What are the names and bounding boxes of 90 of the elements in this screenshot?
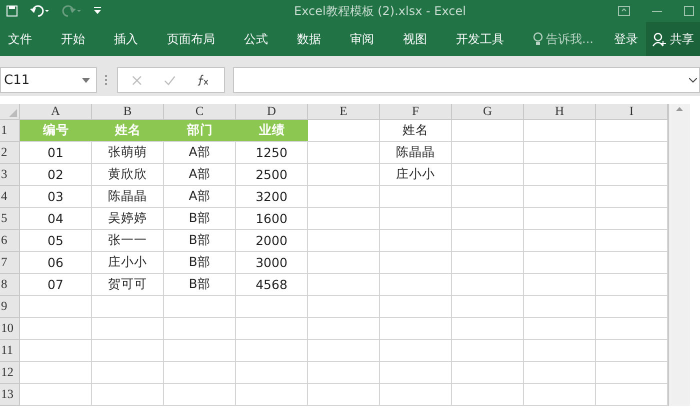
row-header[interactable]: 5 [0,208,20,230]
row-header[interactable]: 9 [0,296,20,318]
maximize-icon[interactable] [684,6,694,16]
header-cell: 编号 [20,120,92,141]
checkmark-icon[interactable] [164,74,176,86]
ribbon-tab[interactable]: 开发工具 [456,30,504,48]
share-button[interactable]: 共享 [646,22,700,56]
row-header[interactable]: 8 [0,274,20,296]
row-header[interactable]: 7 [0,252,20,274]
table-cell-text: B部 [188,253,212,271]
tell-me-field[interactable]: 告诉我... [546,30,594,48]
table-cell-text: B部 [188,231,212,249]
table-cell-text: 02 [46,166,64,184]
table-cell-text: 姓名 [402,121,430,139]
ribbon-tab[interactable]: 开始 [61,30,85,48]
table-cell-text: 1250 [254,144,288,162]
table-cell-text: 张萌萌 [107,143,148,161]
name-box[interactable]: C11 [0,67,97,93]
column-header[interactable]: E [308,104,380,120]
table-cell-text: B部 [188,209,212,227]
corner-triangle-icon[interactable] [9,109,17,117]
select-all-corner[interactable] [0,104,20,120]
formula-input[interactable] [233,67,700,93]
table-cell-text: 2000 [254,232,288,250]
table-cell-text: 06 [46,254,64,272]
ribbon-tab[interactable]: 文件 [8,30,32,48]
save-icon[interactable] [6,5,18,17]
row-header[interactable]: 6 [0,230,20,252]
table-cell-text: A部 [188,143,212,161]
cell-grid[interactable]: 编号 姓名 部门 业绩 01 张萌萌 A部 1250 02 黄欣欣 A部 2500 03 陈晶晶 A部 3200 04 吴婷婷 B部 1600 05 张一一 B部 2000 06 庄小小 B部 3000 07 贺可可 B部 4568 姓名 陈晶晶 庄小小 [20,120,668,406]
column-header[interactable]: I [596,104,668,120]
column-header[interactable]: C [164,104,236,120]
table-cell-text: 吴婷婷 [107,209,148,227]
header-cell: 姓名 [92,120,164,141]
header-cell: 业绩 [236,120,308,141]
row-header[interactable]: 10 [0,318,20,340]
ribbon-tab[interactable]: 公式 [244,30,268,48]
table-cell-text: 4568 [254,276,288,294]
row-header[interactable]: 2 [0,142,20,164]
row-header[interactable]: 11 [0,340,20,362]
scroll-up-arrow-icon[interactable] [676,107,683,111]
column-header[interactable]: F [380,104,452,120]
vertical-scrollbar[interactable] [668,104,690,406]
column-header[interactable]: H [524,104,596,120]
row-header[interactable]: 3 [0,164,20,186]
table-cell-text: 3000 [254,254,288,272]
table-cell-text: 3200 [254,188,288,206]
table-cell-text: 庄小小 [107,253,148,271]
table-cell-text: 05 [46,232,64,250]
table-cell-text: 黄欣欣 [107,165,148,183]
table-cell-text: A部 [188,187,212,205]
column-header[interactable]: D [236,104,308,120]
table-cell-text: B部 [188,275,212,293]
row-header[interactable]: 12 [0,362,20,384]
column-header[interactable]: A [20,104,92,120]
ribbon-tab[interactable]: 审阅 [350,30,374,48]
customize-icon[interactable] [94,7,101,15]
function-icon[interactable] [197,74,210,86]
window-title: Excel教程模板 (2).xlsx - Excel [293,2,467,20]
ribbon-display-icon[interactable] [618,6,630,16]
dropdown-caret-icon[interactable] [82,78,90,82]
table-cell-text: 张一一 [107,231,148,249]
cancel-icon[interactable] [132,74,142,86]
row-header[interactable]: 1 [0,120,20,142]
sign-in-link[interactable]: 登录 [614,30,638,48]
row-header[interactable]: 13 [0,384,20,406]
table-cell-text: 01 [46,144,64,162]
lightbulb-icon [533,32,543,46]
table-cell-text: 07 [46,276,64,294]
expand-caret-icon[interactable] [689,78,697,82]
header-cell: 部门 [164,120,236,141]
ribbon-tab[interactable]: 视图 [403,30,427,48]
row-header[interactable]: 4 [0,186,20,208]
undo-icon[interactable] [30,5,50,17]
table-cell-text: 2500 [254,166,288,184]
redo-icon[interactable] [62,5,82,17]
ribbon-tab[interactable]: 页面布局 [167,30,215,48]
column-header[interactable]: G [452,104,524,120]
person-add-icon [652,32,667,46]
table-cell-text: A部 [188,165,212,183]
table-cell-text: 陈晶晶 [107,187,148,205]
table-cell-text: 04 [46,210,64,228]
table-cell-text: 庄小小 [395,165,436,183]
ribbon-tab[interactable]: 插入 [114,30,138,48]
table-cell-text: 03 [46,188,64,206]
ribbon-tab[interactable]: 数据 [297,30,321,48]
table-cell-text: 陈晶晶 [395,143,436,161]
table-cell-text: 1600 [254,210,288,228]
table-cell-text: 贺可可 [107,275,148,293]
column-header[interactable]: B [92,104,164,120]
